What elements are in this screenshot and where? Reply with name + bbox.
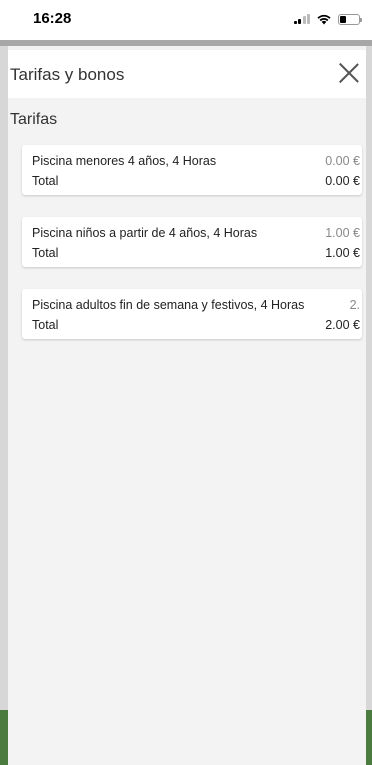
tarifa-card: Piscina niños a partir de 4 años, 4 Hora… [22,217,362,267]
status-icons [293,13,362,25]
tarifa-total-value: 0.00 € [325,174,360,188]
tarifa-price: 1.00 € [325,226,360,240]
tarifa-total-label: Total [32,318,59,332]
signal-icon [293,14,310,24]
background-left-edge [0,46,8,765]
tarifa-row: Piscina niños a partir de 4 años, 4 Hora… [32,225,360,241]
battery-icon [338,13,362,25]
tarifa-total-row: Total 1.00 € [32,245,360,261]
modal-title: Tarifas y bonos [10,65,125,84]
tarifa-total-value: 2.00 € [325,318,360,332]
tarifa-name: Piscina adultos fin de semana y festivos… [32,298,305,312]
tarifa-row: Piscina adultos fin de semana y festivos… [32,297,360,313]
section-title: Tarifas [10,111,58,128]
background-top-bar [0,40,372,46]
tarifa-total-row: Total 0.00 € [32,173,360,189]
background-right-edge [366,46,372,765]
tarifa-name: Piscina menores 4 años, 4 Horas [32,154,217,168]
background-footer-right [366,710,372,765]
tarifas-modal: Tarifas y bonos Tarifas Piscina menores … [8,50,366,765]
modal-header: Tarifas y bonos [8,50,366,98]
status-time: 16:28 [33,10,72,27]
tarifa-total-label: Total [32,174,59,188]
tarifa-card: Piscina adultos fin de semana y festivos… [22,289,362,339]
tarifa-total-row: Total 2.00 € [32,317,360,333]
background-footer-left [0,710,8,765]
wifi-icon [317,14,331,25]
tarifa-row: Piscina menores 4 años, 4 Horas 0.00 € [32,153,360,169]
tarifa-price: 0.00 € [325,154,360,168]
tarifa-total-value: 1.00 € [325,246,360,260]
tarifa-price: 2. [349,298,360,312]
tarifa-card: Piscina menores 4 años, 4 Horas 0.00 € T… [22,145,362,195]
tarifa-total-label: Total [32,246,59,260]
close-icon[interactable] [338,62,360,84]
tarifa-name: Piscina niños a partir de 4 años, 4 Hora… [32,226,258,240]
status-bar: 16:28 [0,0,372,40]
